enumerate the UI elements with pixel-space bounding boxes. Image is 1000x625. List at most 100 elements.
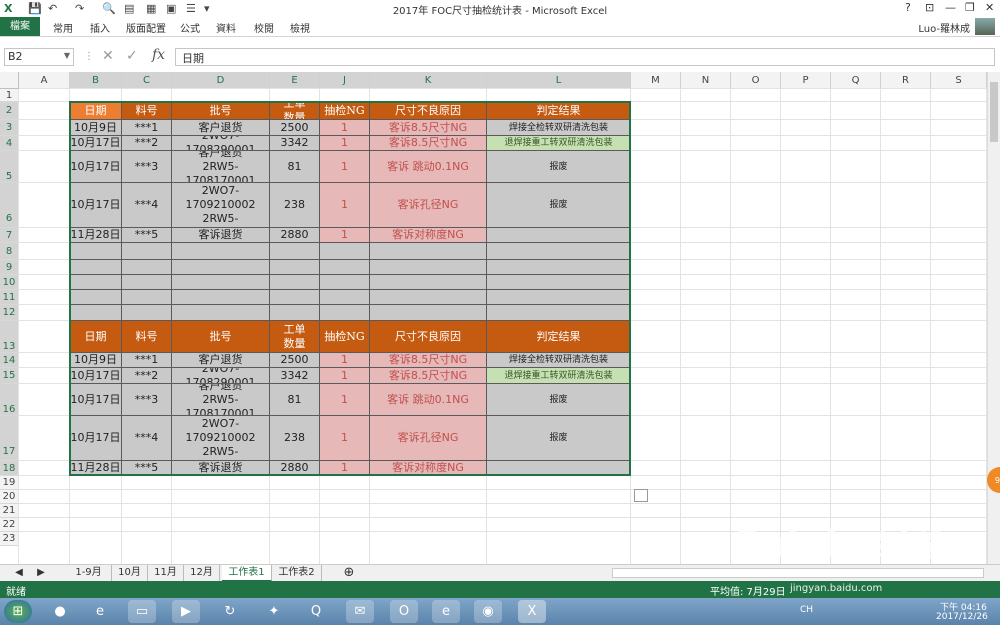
- empty-cell[interactable]: [122, 305, 172, 321]
- header-cell[interactable]: 尺寸不良原因: [370, 102, 487, 120]
- table-cell[interactable]: ***4: [122, 183, 172, 228]
- table-cell[interactable]: 1: [320, 228, 370, 243]
- table-cell[interactable]: 2880: [270, 461, 320, 476]
- table-cell[interactable]: 1: [320, 416, 370, 461]
- row-header-9[interactable]: 9: [0, 260, 19, 275]
- header-cell[interactable]: 料号: [122, 321, 172, 353]
- table-cell[interactable]: 1: [320, 120, 370, 136]
- row-header-16[interactable]: 16: [0, 384, 19, 416]
- row-header-5[interactable]: 5: [0, 151, 19, 183]
- empty-cell[interactable]: [270, 305, 320, 321]
- table-cell[interactable]: ***3: [122, 151, 172, 183]
- add-sheet-icon[interactable]: ⊕: [338, 565, 360, 582]
- restore-icon[interactable]: ❐: [965, 1, 975, 14]
- table-cell[interactable]: 10月9日: [70, 120, 122, 136]
- header-cell[interactable]: 工单 数量: [270, 102, 320, 120]
- empty-cell[interactable]: [172, 243, 270, 260]
- camera-app-icon[interactable]: ◉: [474, 600, 502, 623]
- excel-taskbar-icon[interactable]: X: [518, 600, 546, 623]
- sheet-tab-oct[interactable]: 10月: [112, 565, 148, 582]
- row-header-18[interactable]: 18: [0, 461, 19, 476]
- table-cell[interactable]: 2WO7-1708290001: [172, 368, 270, 384]
- table-cell[interactable]: 2WO7-1708290001: [172, 136, 270, 151]
- table-cell[interactable]: ***1: [122, 120, 172, 136]
- tab-insert[interactable]: 插入: [90, 20, 110, 35]
- table-cell[interactable]: 2500: [270, 120, 320, 136]
- column-header-l[interactable]: L: [487, 72, 631, 89]
- color-app-icon[interactable]: ●: [46, 600, 74, 623]
- table-cell[interactable]: 客诉8.5尺寸NG: [370, 136, 487, 151]
- clock-date[interactable]: 2017/12/26: [936, 612, 988, 622]
- row-header-19[interactable]: 19: [0, 476, 19, 490]
- header-cell[interactable]: 尺寸不良原因: [370, 321, 487, 353]
- row-header-4[interactable]: 4: [0, 136, 19, 151]
- empty-cell[interactable]: [70, 290, 122, 305]
- column-header-s[interactable]: S: [931, 72, 987, 89]
- table-cell[interactable]: 客户退货 2RW5-1708170001: [172, 151, 270, 183]
- column-header-n[interactable]: N: [681, 72, 731, 89]
- table-cell[interactable]: 238: [270, 416, 320, 461]
- table-cell[interactable]: 报废: [487, 151, 631, 183]
- table-cell[interactable]: 10月17日: [70, 136, 122, 151]
- column-header-d[interactable]: D: [172, 72, 270, 89]
- cancel-icon[interactable]: ✕: [102, 48, 114, 64]
- table-cell[interactable]: 81: [270, 151, 320, 183]
- formula-input[interactable]: 日期: [175, 48, 995, 66]
- table-cell[interactable]: 客户退货 2WO7-1709210002 2RW5-1709210012: [172, 416, 270, 461]
- table-cell[interactable]: 客诉对称度NG: [370, 461, 487, 476]
- sheet-tab-jan-sep[interactable]: 1-9月: [66, 565, 112, 582]
- column-header-p[interactable]: P: [781, 72, 831, 89]
- table-cell[interactable]: ***2: [122, 136, 172, 151]
- table-cell[interactable]: 客诉退货: [172, 228, 270, 243]
- empty-cell[interactable]: [370, 275, 487, 290]
- ie-icon[interactable]: e: [86, 600, 114, 623]
- row-header-14[interactable]: 14: [0, 353, 19, 368]
- tab-formulas[interactable]: 公式: [180, 20, 200, 35]
- header-cell[interactable]: 抽检NG: [320, 321, 370, 353]
- refresh-app-icon[interactable]: ↻: [216, 600, 244, 623]
- folder-icon[interactable]: ▭: [128, 600, 156, 623]
- table-cell[interactable]: 2500: [270, 353, 320, 368]
- table-cell[interactable]: 退焊接重工转双研清洗包装: [487, 136, 631, 151]
- table-cell[interactable]: 1: [320, 461, 370, 476]
- empty-cell[interactable]: [122, 260, 172, 275]
- sheet-tab-worksheet1[interactable]: 工作表1: [222, 565, 272, 582]
- table-cell[interactable]: ***5: [122, 461, 172, 476]
- row-header-8[interactable]: 8: [0, 243, 19, 260]
- empty-cell[interactable]: [320, 275, 370, 290]
- table-cell[interactable]: 客户退货: [172, 120, 270, 136]
- minimize-icon[interactable]: —: [945, 1, 956, 14]
- q-app-icon[interactable]: Q: [302, 600, 330, 623]
- empty-cell[interactable]: [270, 260, 320, 275]
- column-header-j[interactable]: J: [320, 72, 370, 89]
- table-cell[interactable]: 81: [270, 384, 320, 416]
- empty-cell[interactable]: [70, 243, 122, 260]
- row-header-2[interactable]: 2: [0, 102, 19, 120]
- table-cell[interactable]: 客户退货 2RW5-1708170001: [172, 384, 270, 416]
- table-cell[interactable]: 报废: [487, 416, 631, 461]
- empty-cell[interactable]: [70, 305, 122, 321]
- row-header-6[interactable]: 6: [0, 183, 19, 228]
- empty-cell[interactable]: [122, 290, 172, 305]
- empty-cell[interactable]: [487, 260, 631, 275]
- table-cell[interactable]: 11月28日: [70, 461, 122, 476]
- table-cell[interactable]: 1: [320, 384, 370, 416]
- spreadsheet-grid[interactable]: ABCDEJKLMNOPQRS 1 2 3 4 5 6 7 8 9 10 11 12 13 14 15 16 1…: [0, 72, 987, 564]
- table-cell[interactable]: ***3: [122, 384, 172, 416]
- table-cell[interactable]: 1: [320, 183, 370, 228]
- empty-cell[interactable]: [270, 275, 320, 290]
- table-cell[interactable]: 客诉 跳动0.1NG: [370, 151, 487, 183]
- table-cell[interactable]: ***2: [122, 368, 172, 384]
- column-header-a[interactable]: A: [19, 72, 70, 89]
- table-cell[interactable]: 3342: [270, 136, 320, 151]
- table-cell[interactable]: 客户退货 2WO7-1709210002 2RW5-1709210012: [172, 183, 270, 228]
- column-header-o[interactable]: O: [731, 72, 781, 89]
- header-cell[interactable]: 批号: [172, 321, 270, 353]
- table-cell[interactable]: 客诉退货: [172, 461, 270, 476]
- tab-view[interactable]: 檢視: [290, 20, 310, 35]
- table-cell[interactable]: 10月17日: [70, 183, 122, 228]
- header-cell[interactable]: 批号: [172, 102, 270, 120]
- media-player-icon[interactable]: ▶: [172, 600, 200, 623]
- empty-cell[interactable]: [370, 290, 487, 305]
- column-header-m[interactable]: M: [631, 72, 681, 89]
